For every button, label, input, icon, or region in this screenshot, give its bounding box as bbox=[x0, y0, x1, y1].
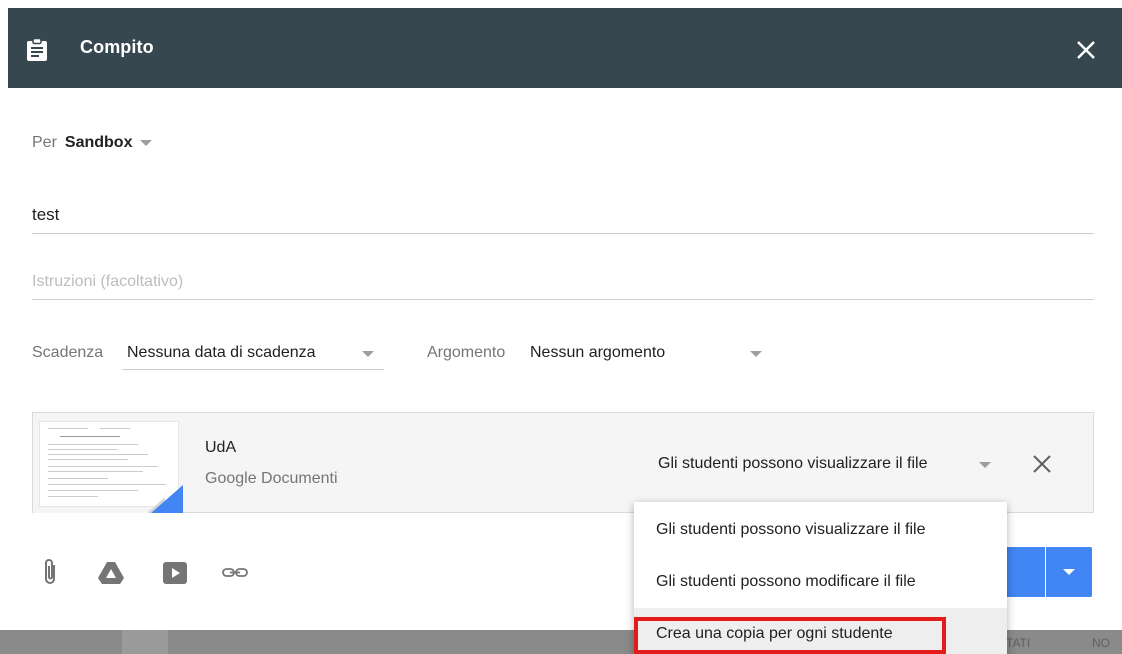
topic-select[interactable]: Nessun argomento bbox=[530, 344, 665, 362]
title-field[interactable]: test bbox=[32, 196, 1094, 234]
due-value: Nessuna data di scadenza bbox=[127, 344, 316, 361]
menu-item-view[interactable]: Gli studenti possono visualizzare il fil… bbox=[634, 504, 1007, 556]
topic-label: Argomento bbox=[427, 344, 506, 361]
background-tab-label-2: NO bbox=[1092, 636, 1110, 650]
assignment-icon bbox=[27, 38, 47, 61]
class-selector[interactable]: Per Sandbox bbox=[32, 134, 153, 152]
close-icon[interactable] bbox=[1068, 32, 1104, 68]
permission-select[interactable]: Gli studenti possono visualizzare il fil… bbox=[658, 455, 927, 473]
dialog-title: Compito bbox=[80, 37, 154, 57]
dialog-header: Compito bbox=[8, 8, 1122, 88]
title-input[interactable]: test bbox=[32, 205, 59, 225]
remove-attachment-icon[interactable] bbox=[1029, 451, 1055, 477]
chevron-down-icon[interactable] bbox=[140, 140, 153, 146]
paperclip-icon[interactable] bbox=[36, 556, 66, 588]
chevron-down-icon[interactable] bbox=[979, 462, 991, 468]
instructions-placeholder: Istruzioni (facoltativo) bbox=[32, 273, 184, 290]
chevron-down-icon bbox=[362, 351, 374, 357]
instructions-field[interactable]: Istruzioni (facoltativo) bbox=[32, 262, 1094, 300]
due-topic-row: Scadenza Nessuna data di scadenza Argome… bbox=[32, 340, 1094, 372]
due-date-select[interactable]: Nessuna data di scadenza bbox=[122, 340, 384, 370]
chevron-down-icon[interactable] bbox=[750, 351, 762, 357]
for-label: Per bbox=[32, 134, 57, 151]
attachment-name[interactable]: UdA bbox=[205, 439, 236, 457]
attachment-card[interactable]: UdA Google Documenti Gli studenti posson… bbox=[32, 412, 1094, 513]
docs-corner-icon bbox=[151, 485, 183, 513]
attachment-type: Google Documenti bbox=[205, 470, 338, 487]
class-name[interactable]: Sandbox bbox=[65, 134, 133, 152]
background-segment bbox=[122, 630, 168, 654]
document-thumbnail[interactable] bbox=[33, 413, 183, 513]
highlight-annotation bbox=[634, 617, 946, 654]
drive-icon[interactable] bbox=[96, 556, 126, 588]
assign-options-button[interactable] bbox=[1046, 547, 1092, 597]
due-label: Scadenza bbox=[32, 344, 104, 361]
youtube-icon[interactable] bbox=[160, 556, 190, 588]
link-icon[interactable] bbox=[220, 556, 250, 588]
chevron-down-icon[interactable] bbox=[1063, 569, 1075, 575]
menu-item-edit[interactable]: Gli studenti possono modificare il file bbox=[634, 556, 1007, 608]
